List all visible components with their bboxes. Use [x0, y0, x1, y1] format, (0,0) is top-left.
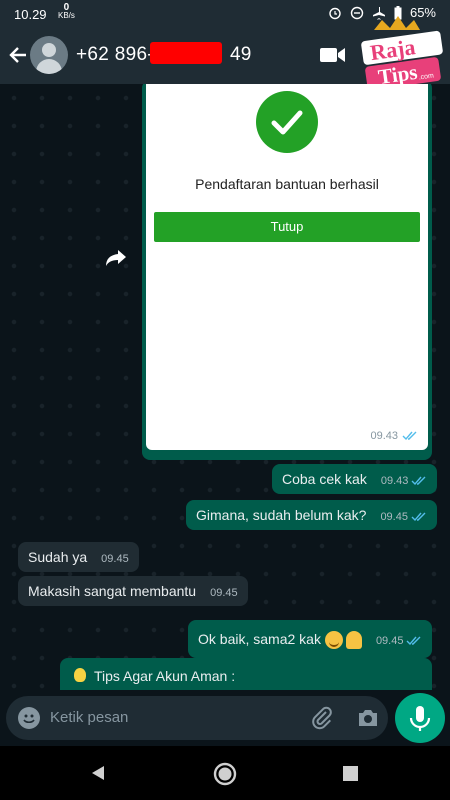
message-text: Gimana, sudah belum kak?	[196, 507, 367, 523]
message-input-placeholder[interactable]: Ketik pesan	[50, 709, 128, 726]
double-check-icon	[411, 512, 426, 522]
double-check-icon	[411, 476, 426, 486]
contact-number-prefix: +62 896-	[76, 44, 154, 65]
message-text: Coba cek kak	[282, 471, 367, 487]
message-time: 09.45	[101, 553, 129, 565]
message-time: 09.43	[380, 475, 409, 487]
back-arrow-icon[interactable]	[8, 44, 28, 66]
network-speed-unit: KB/s	[58, 11, 75, 20]
message-time: 09.45	[380, 511, 408, 523]
nav-home-icon[interactable]	[213, 762, 237, 786]
redaction-bar	[150, 42, 222, 64]
network-speed: 0 KB/s	[58, 3, 75, 20]
message-time: 09.45	[375, 635, 404, 647]
video-call-icon[interactable]	[320, 46, 346, 64]
close-button: Tutup	[154, 212, 420, 242]
smile-emoji-icon	[324, 631, 343, 650]
contact-number-suffix: 49	[229, 44, 252, 65]
message-time: 09.43	[370, 430, 418, 442]
message-text: Tips Agar Akun Aman :	[94, 668, 236, 684]
message-bubble-out[interactable]: Coba cek kak 09.43	[272, 464, 438, 496]
message-time: 09.45	[210, 587, 238, 599]
success-check-icon	[256, 91, 318, 153]
chat-area[interactable]: Pendaftaran bantuan berhasil Tutup 09.43…	[0, 84, 450, 690]
message-text: Makasih sangat membantu	[28, 583, 197, 599]
message-bubble-out[interactable]: Ok baik, sama2 kak 09.45	[188, 620, 433, 660]
message-bubble-in[interactable]: Makasih sangat membantu 09.45	[18, 576, 248, 606]
mic-icon	[409, 706, 431, 731]
alarm-icon	[329, 7, 341, 19]
status-time: 10.29	[14, 7, 47, 22]
message-bubble-out[interactable]: Gimana, sudah belum kak? 09.45	[186, 500, 437, 530]
system-nav-bar	[0, 746, 450, 800]
message-bubble-in[interactable]: Sudah ya 09.45	[18, 542, 139, 572]
image-message-bubble[interactable]: Pendaftaran bantuan berhasil Tutup 09.43	[142, 84, 432, 460]
message-text: Sudah ya	[28, 549, 88, 565]
message-meta: 09.45	[210, 578, 238, 608]
emoji-icon[interactable]	[18, 707, 40, 729]
double-check-icon	[406, 636, 421, 646]
message-text: Ok baik, sama2 kak	[198, 631, 321, 647]
camera-icon[interactable]	[356, 707, 380, 729]
message-bubble-out[interactable]: Tips Agar Akun Aman :	[60, 658, 432, 690]
chat-header: +62 896- 49 Raja Tips .com	[0, 16, 450, 91]
nav-back-icon[interactable]	[90, 765, 106, 781]
message-meta: 09.45	[101, 544, 129, 574]
avatar[interactable]	[30, 36, 68, 74]
pray-emoji-icon	[345, 631, 362, 650]
mic-button[interactable]	[395, 693, 445, 743]
message-input-field[interactable]: Ketik pesan	[6, 696, 388, 740]
success-message: Pendaftaran bantuan berhasil	[195, 176, 379, 192]
attach-icon[interactable]	[310, 706, 334, 730]
message-meta: 09.45	[380, 502, 427, 532]
lightbulb-icon	[74, 668, 86, 682]
nav-recents-icon[interactable]	[343, 766, 358, 781]
composer: Ketik pesan	[0, 690, 450, 746]
message-meta: 09.43	[381, 466, 428, 496]
double-check-icon	[402, 431, 417, 441]
message-meta: 09.45	[376, 622, 423, 660]
forward-icon[interactable]	[104, 248, 128, 268]
screenshot-image[interactable]: Pendaftaran bantuan berhasil Tutup 09.43	[146, 84, 428, 450]
image-message-time: 09.43	[370, 430, 398, 442]
